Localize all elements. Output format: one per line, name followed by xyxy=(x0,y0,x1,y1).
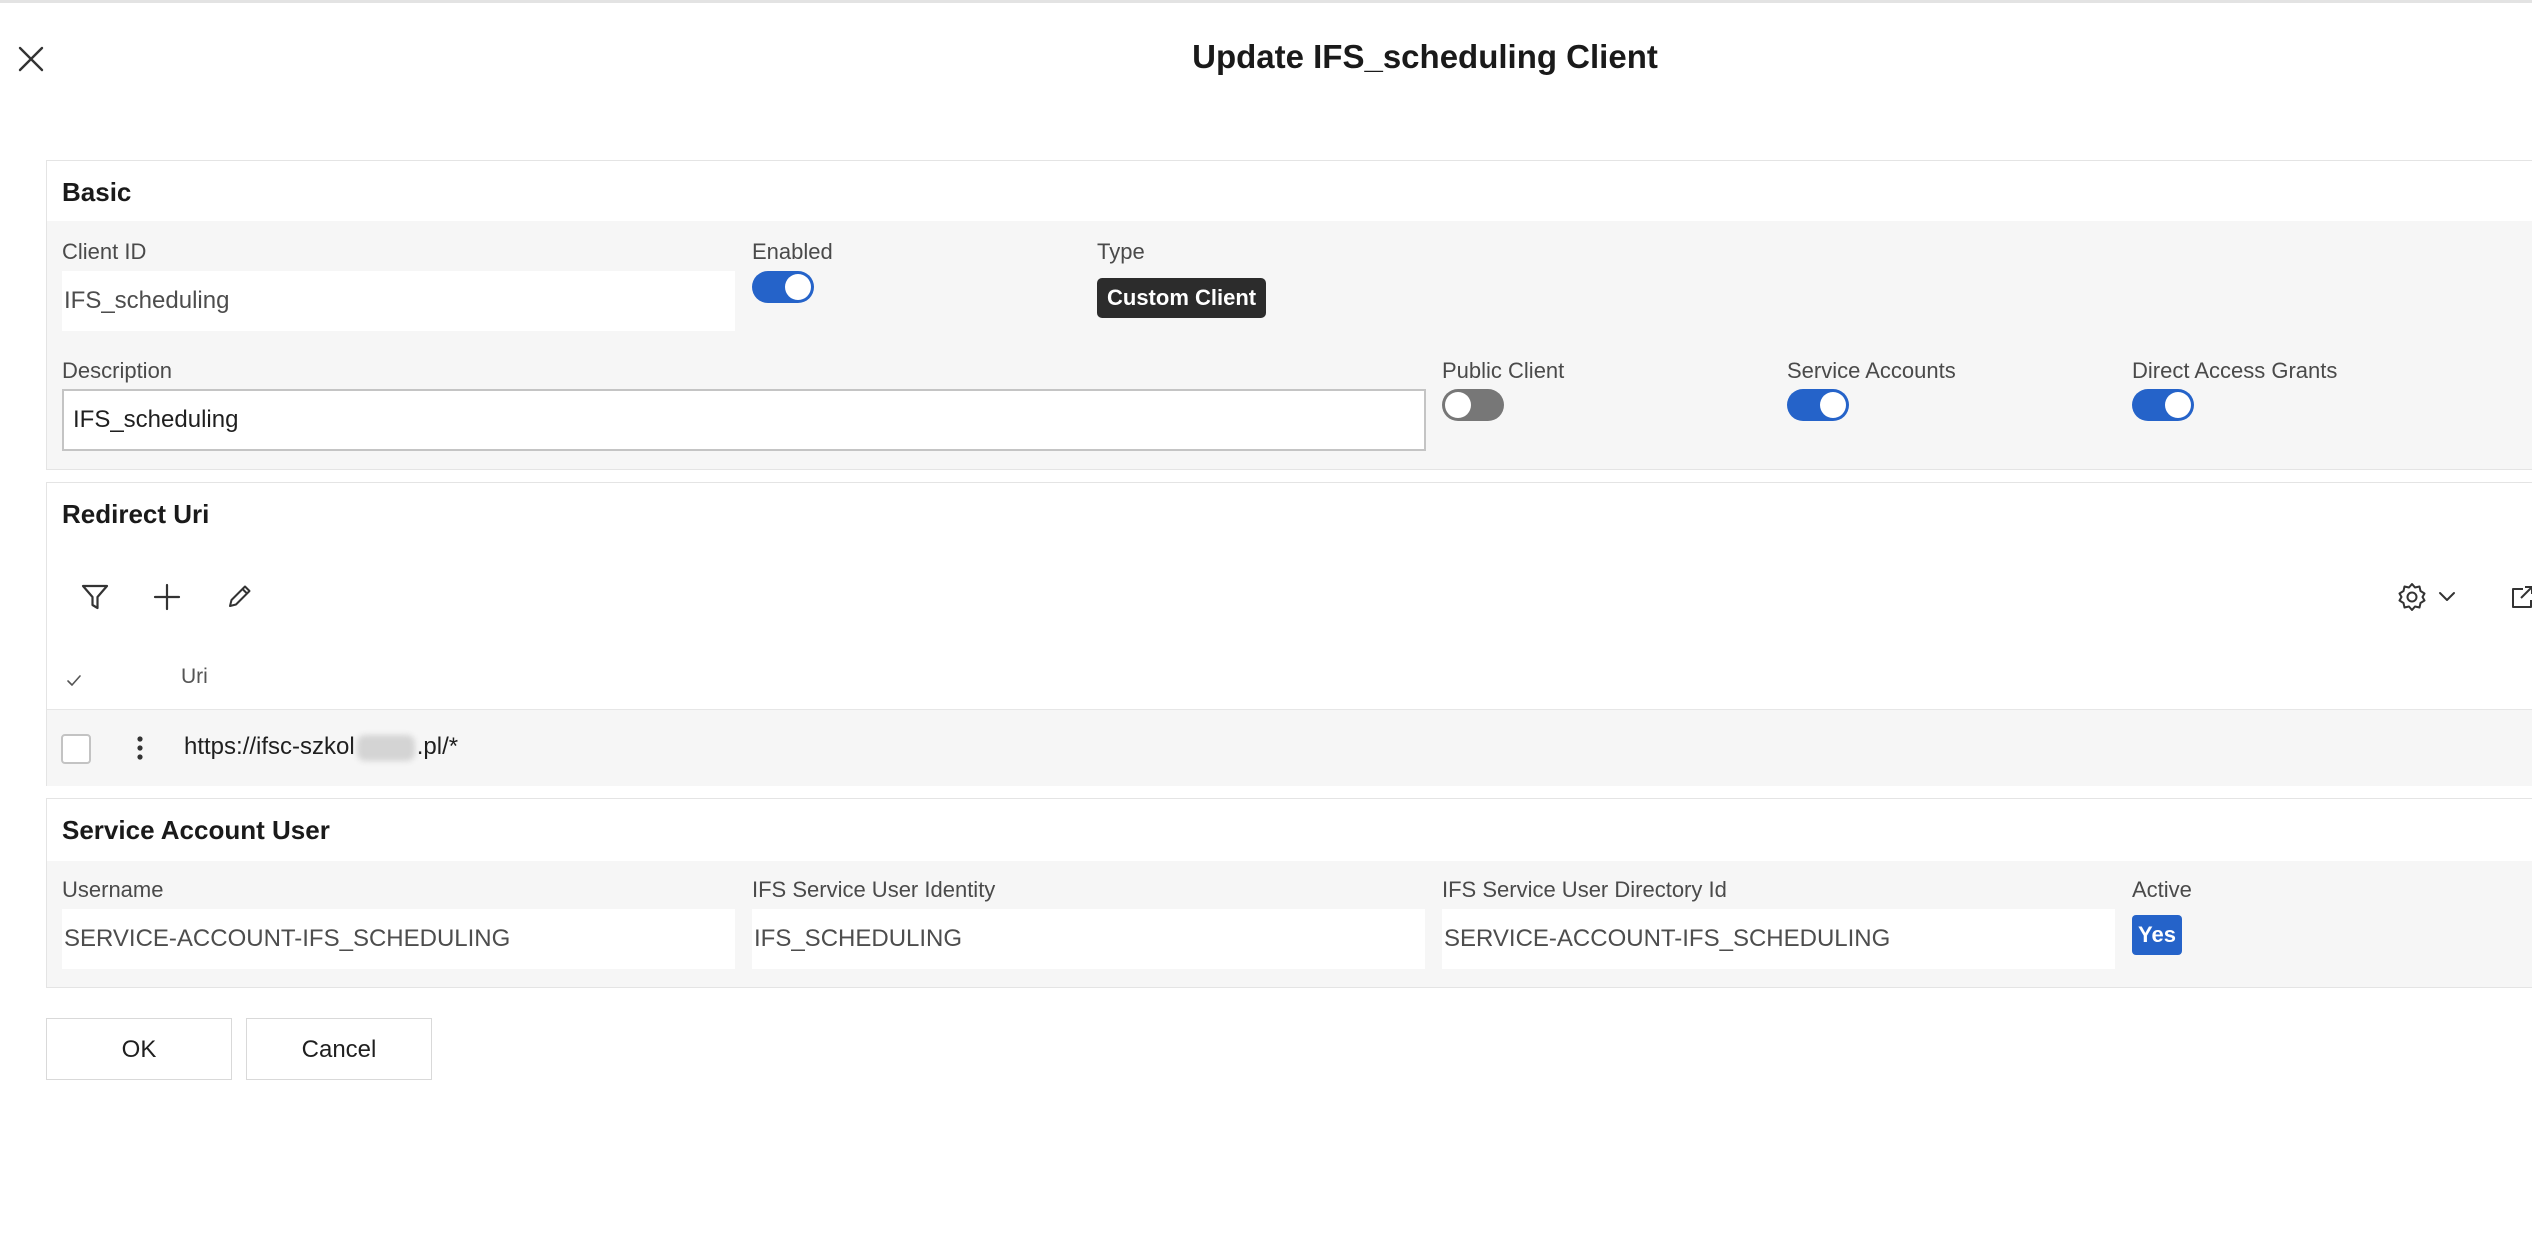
public-client-toggle[interactable] xyxy=(1442,389,1504,421)
filter-icon[interactable] xyxy=(78,580,112,614)
enabled-toggle[interactable] xyxy=(752,271,814,303)
edit-icon[interactable] xyxy=(222,580,256,614)
export-icon[interactable] xyxy=(2505,580,2532,614)
basic-panel-header: Basic xyxy=(47,161,2532,221)
description-label: Description xyxy=(62,358,173,383)
uri-column-header[interactable]: Uri xyxy=(181,665,208,689)
cancel-button[interactable]: Cancel xyxy=(246,1018,432,1080)
select-all-check-icon[interactable] xyxy=(63,669,85,691)
service-user-identity-label: IFS Service User Identity xyxy=(752,877,996,902)
chevron-down-icon[interactable] xyxy=(2435,580,2459,614)
uri-cell: https://ifsc-szkol .pl/* xyxy=(184,733,458,761)
client-id-label: Client ID xyxy=(62,239,147,264)
public-client-label: Public Client xyxy=(1442,358,1565,383)
toggle-knob xyxy=(1445,392,1471,418)
client-id-field[interactable]: IFS_scheduling xyxy=(62,271,735,331)
service-accounts-label: Service Accounts xyxy=(1787,358,1956,383)
redirect-uri-panel-title: Redirect Uri xyxy=(62,499,210,529)
redirect-uri-panel: Redirect Uri Uri https://ifsc-szkol .pl/… xyxy=(46,482,2532,786)
type-label: Type xyxy=(1097,239,1145,264)
table-row[interactable]: https://ifsc-szkol .pl/* xyxy=(47,709,2532,786)
uri-cell-suffix: .pl/* xyxy=(416,733,459,760)
gear-icon[interactable] xyxy=(2395,580,2429,614)
toggle-knob xyxy=(2165,392,2191,418)
basic-panel-title: Basic xyxy=(62,177,132,207)
service-account-user-panel-title: Service Account User xyxy=(62,815,330,845)
service-account-user-panel: Service Account User Username SERVICE-AC… xyxy=(46,798,2532,988)
service-accounts-toggle[interactable] xyxy=(1787,389,1849,421)
type-badge: Custom Client xyxy=(1097,278,1267,318)
dialog-title: Update IFS_scheduling Client xyxy=(1192,38,1658,75)
toggle-knob xyxy=(1820,392,1846,418)
service-user-identity-field[interactable]: IFS_SCHEDULING xyxy=(752,909,1425,969)
service-user-directory-id-field[interactable]: SERVICE-ACCOUNT-IFS_SCHEDULING xyxy=(1442,909,2115,969)
description-input[interactable]: IFS_scheduling xyxy=(62,389,1426,451)
ok-button[interactable]: OK xyxy=(46,1018,232,1080)
toggle-knob xyxy=(785,274,811,300)
direct-access-grants-toggle[interactable] xyxy=(2132,389,2194,421)
top-border xyxy=(0,0,2532,3)
row-checkbox[interactable] xyxy=(61,734,91,764)
username-field[interactable]: SERVICE-ACCOUNT-IFS_SCHEDULING xyxy=(62,909,735,969)
username-label: Username xyxy=(62,877,164,902)
active-badge: Yes xyxy=(2132,915,2182,955)
basic-panel: Basic Client ID IFS_scheduling Enabled T… xyxy=(46,160,2532,470)
active-label: Active xyxy=(2132,877,2192,902)
uri-cell-prefix: https://ifsc-szkol xyxy=(184,733,355,760)
redacted-text xyxy=(356,734,415,761)
redirect-uri-panel-header: Redirect Uri Uri xyxy=(47,483,2532,709)
enabled-label: Enabled xyxy=(752,239,833,264)
more-vertical-icon[interactable] xyxy=(125,730,155,766)
service-account-user-panel-header: Service Account User xyxy=(47,799,2532,861)
add-icon[interactable] xyxy=(150,580,184,614)
direct-access-grants-label: Direct Access Grants xyxy=(2132,358,2338,383)
service-user-directory-id-label: IFS Service User Directory Id xyxy=(1442,877,1727,902)
